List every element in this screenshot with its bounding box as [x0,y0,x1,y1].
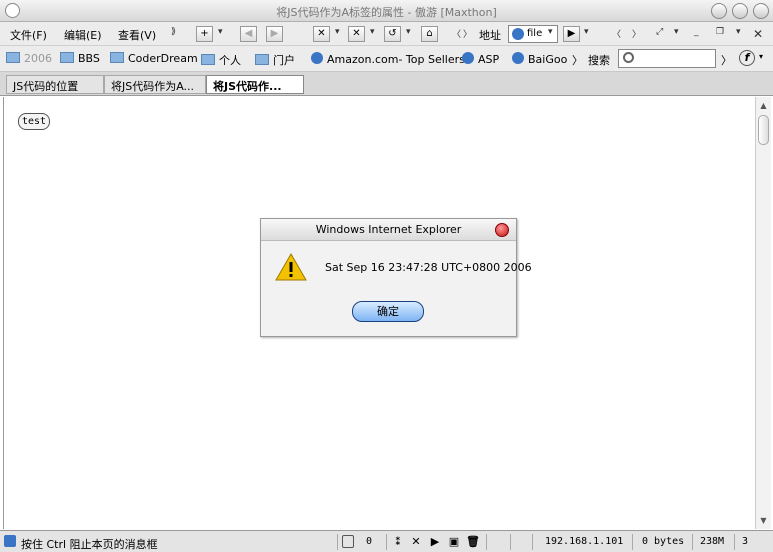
fav-item[interactable]: BaiGoo [512,52,567,66]
ie-icon [311,52,323,64]
pause-icon[interactable]: ⁑ [390,534,406,550]
dialog-close-button[interactable] [495,223,509,237]
fav-item[interactable]: 个人 [201,52,241,68]
alert-dialog: Windows Internet Explorer Sat Sep 16 23:… [260,218,532,337]
ok-button[interactable]: 确定 [352,301,424,322]
folder-icon [6,52,20,63]
trash-icon[interactable]: 🗑 [465,534,481,550]
vertical-scrollbar[interactable]: ▲ ▼ [755,97,771,529]
chevron-down-icon[interactable]: ▾ [335,27,340,37]
chevron-down-icon[interactable]: ▾ [548,27,553,37]
chevron-right-icon[interactable]: 〉 [463,27,472,40]
fav-item[interactable]: BBS [60,52,100,65]
chevron-down-icon[interactable]: ▾ [218,27,223,37]
status-ip: 192.168.1.101 [545,536,624,547]
address-label: 地址 [479,29,501,42]
chevron-down-icon[interactable]: ▾ [759,52,763,61]
menu-file[interactable]: 文件(F) [10,27,47,43]
chevron-down-icon[interactable]: ▾ [370,27,375,37]
stop-icon[interactable]: ✕ [408,534,424,550]
restore-tab-icon[interactable]: ❐ [716,27,724,37]
dialog-message: Sat Sep 16 23:47:28 UTC+0800 2006 [325,261,532,274]
tab-js-position[interactable]: JS代码的位置 [6,75,104,94]
ie-icon [512,28,524,40]
chevron-right-icon[interactable]: 〉 [572,52,583,68]
address-value: file [527,28,543,39]
minimize-button[interactable] [711,3,727,19]
resize-icon[interactable]: ⤢ [656,27,663,37]
status-memory: 238M [700,536,725,547]
stop-button[interactable]: ✕ [348,26,365,42]
close-icon[interactable]: ✕ [753,27,763,41]
new-tab-button[interactable]: + [196,26,213,42]
scroll-up-icon[interactable]: ▲ [757,99,770,112]
minimize-tab-icon[interactable]: _ [694,27,699,37]
popup-blocker-icon[interactable] [342,535,354,548]
chevron-left-icon[interactable]: 〈 [612,27,621,40]
scroll-thumb[interactable] [758,115,769,145]
title-bar: 将JS代码作为A标签的属性 - 傲游 [Maxthon] [0,0,773,22]
chevron-right-icon[interactable]: 〉 [721,52,732,68]
fav-item[interactable]: Amazon.com- Top Sellers [311,52,465,66]
tab-js-as-a-active[interactable]: 将JS代码作... [206,75,304,94]
go-button[interactable]: ▶ [563,26,580,42]
chevron-down-icon[interactable]: ▾ [674,27,679,37]
warning-icon [275,252,307,281]
folder-icon [110,52,124,63]
home-button[interactable]: ⌂ [421,26,438,42]
test-button[interactable]: test [18,113,51,130]
ie-icon [462,52,474,64]
status-count: 3 [742,536,749,547]
menu-edit[interactable]: 编辑(E) [64,27,102,43]
menu-bar: 文件(F) 编辑(E) 查看(V) ⟫ + ▾ ◀ ▶ ✕ ▾ ✕ ▾ ↺ ▾ … [0,22,773,46]
popup-count: 0 [366,536,373,547]
tab-bar: JS代码的位置 将JS代码作为A... 将JS代码作... [0,72,773,96]
menu-view[interactable]: 查看(V) [118,27,156,43]
status-bytes: 0 bytes [642,536,685,547]
status-bar: 按住 Ctrl 阻止本页的消息框 0 ⁑ ✕ ▶ ▣ 🗑 192.168.1.1… [0,530,773,552]
folder-icon [255,54,269,65]
favorites-bar: 2006 BBS CoderDream 个人 门户 Amazon.com- To… [0,46,773,72]
ie-icon [512,52,524,64]
status-hint: 按住 Ctrl 阻止本页的消息框 [21,538,158,551]
search-icon [623,52,634,63]
page-icon [4,535,16,547]
fav-item[interactable]: 门户 [255,52,295,68]
refresh-button[interactable]: ↺ [384,26,401,42]
maximize-button[interactable] [732,3,748,19]
folder-icon [201,54,215,65]
chevron-down-icon[interactable]: ▾ [584,27,589,37]
search-label: 搜索 [588,54,610,67]
window-icon[interactable]: ▣ [446,534,462,550]
fav-item[interactable]: ASP [462,52,499,66]
tab-js-as-a-1[interactable]: 将JS代码作为A... [104,75,206,94]
chevron-right-icon[interactable]: 〈 [452,27,461,40]
play-icon[interactable]: ▶ [427,534,443,550]
fav-item[interactable]: CoderDream [110,52,198,65]
scroll-down-icon[interactable]: ▼ [757,514,770,527]
fav-item[interactable]: 2006 [6,52,52,65]
flash-icon[interactable]: f [739,50,755,66]
menu-more-icon[interactable]: ⟫ [171,27,176,37]
dialog-title: Windows Internet Explorer [261,219,516,241]
forward-button[interactable]: ▶ [266,26,283,42]
chevron-down-icon[interactable]: ▾ [406,27,411,37]
back-button[interactable]: ◀ [240,26,257,42]
search-input[interactable] [618,49,716,68]
window-title: 将JS代码作为A标签的属性 - 傲游 [Maxthon] [276,6,497,19]
close-tab-button[interactable]: ✕ [313,26,330,42]
chevron-down-icon[interactable]: ▾ [736,27,741,37]
folder-icon [60,52,74,63]
close-button[interactable] [753,3,769,19]
chevron-right-icon[interactable]: 〉 [632,27,641,40]
